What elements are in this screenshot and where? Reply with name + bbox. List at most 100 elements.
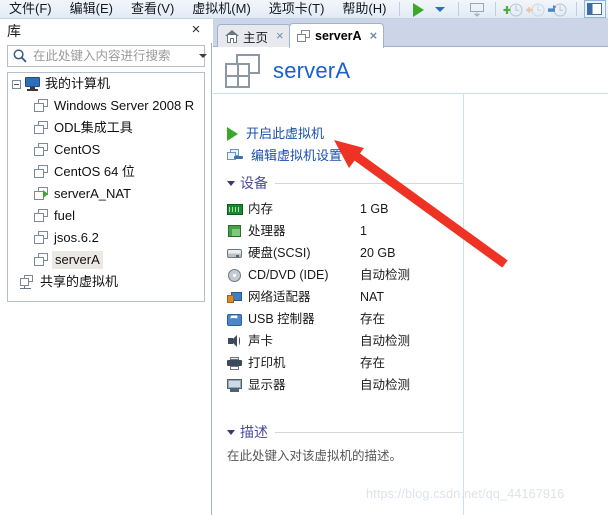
device-name: 声卡: [248, 334, 274, 348]
tree-item-label: fuel: [54, 208, 75, 223]
tree-item-vm[interactable]: fuel: [8, 205, 204, 227]
device-value: 存在: [360, 356, 386, 370]
snapshot-manager-button[interactable]: [547, 1, 569, 18]
tree-item-label: 我的计算机: [45, 76, 111, 91]
power-dropdown-button[interactable]: [429, 1, 451, 18]
collapse-triangle-icon[interactable]: [227, 180, 235, 186]
menu-edit[interactable]: 编辑(E): [61, 1, 122, 18]
vertical-divider: [463, 94, 464, 515]
device-row-harddisk[interactable]: 硬盘(SCSI) 20 GB: [227, 242, 463, 264]
play-icon: [227, 127, 238, 141]
tree-item-vm[interactable]: ODL集成工具: [8, 117, 204, 139]
edit-vm-settings-link[interactable]: 编辑虚拟机设置: [227, 145, 463, 167]
display-icon: [227, 378, 243, 392]
page-title: serverA: [273, 57, 351, 83]
device-value: 自动检测: [360, 268, 411, 282]
tree-item-vm[interactable]: Windows Server 2008 R: [8, 95, 204, 117]
device-name: 硬盘(SCSI): [248, 246, 311, 260]
menu-file[interactable]: 文件(F): [0, 1, 61, 18]
tab-home[interactable]: 主页 ×: [217, 24, 291, 47]
header-divider: [213, 93, 608, 94]
device-value: 自动检测: [360, 378, 411, 392]
library-search-box[interactable]: [7, 45, 207, 67]
revert-snapshot-icon: [525, 3, 545, 16]
printer-icon: [227, 356, 243, 370]
vm-icon: [34, 253, 49, 267]
chevron-down-icon: [199, 54, 207, 58]
search-dropdown-button[interactable]: [194, 46, 212, 66]
menu-help[interactable]: 帮助(H): [333, 1, 395, 18]
devices-section-header[interactable]: 设备: [227, 174, 463, 192]
cd-dvd-icon: [227, 268, 243, 282]
tab-serverA[interactable]: serverA ×: [289, 23, 385, 48]
power-on-button[interactable]: [407, 1, 429, 18]
tree-item-label: 共享的虚拟机: [40, 274, 119, 289]
device-row-usb-controller[interactable]: USB 控制器 存在: [227, 308, 463, 330]
vm-icon: [297, 29, 311, 43]
power-on-vm-link[interactable]: 开启此虚拟机: [227, 123, 463, 145]
memory-icon: [227, 202, 243, 216]
menu-bar: 文件(F) 编辑(E) 查看(V) 虚拟机(M) 选项卡(T) 帮助(H): [0, 0, 608, 19]
tree-item-label: serverA: [52, 251, 103, 269]
menu-vm[interactable]: 虚拟机(M): [183, 1, 260, 18]
tab-strip: 主页 × serverA ×: [213, 19, 608, 48]
library-title: 库: [7, 23, 21, 39]
description-section-header[interactable]: 描述: [227, 423, 463, 441]
show-library-panel-icon: [587, 2, 602, 15]
device-row-display[interactable]: 显示器 自动检测: [227, 374, 463, 396]
menu-tabs[interactable]: 选项卡(T): [260, 1, 334, 18]
snapshot-manager-icon: [548, 3, 567, 16]
close-library-icon[interactable]: ×: [189, 22, 203, 37]
device-row-sound-card[interactable]: 声卡 自动检测: [227, 330, 463, 352]
vm-icon: [34, 209, 49, 223]
tree-item-vm-running[interactable]: serverA_NAT: [8, 183, 204, 205]
tree-item-vm[interactable]: CentOS: [8, 139, 204, 161]
home-icon: [225, 29, 239, 43]
tree-item-label: ODL集成工具: [54, 120, 133, 135]
toolbar-separator: [399, 2, 400, 16]
device-row-cd-dvd[interactable]: CD/DVD (IDE) 自动检测: [227, 264, 463, 286]
section-title: 描述: [240, 424, 268, 440]
section-divider: [275, 431, 463, 433]
vmware-workstation-window: 文件(F) 编辑(E) 查看(V) 虚拟机(M) 选项卡(T) 帮助(H) 库 …: [0, 0, 608, 515]
revert-snapshot-button[interactable]: [525, 1, 547, 18]
device-name: 打印机: [248, 356, 286, 370]
search-input[interactable]: [28, 49, 194, 63]
device-name: 内存: [248, 202, 274, 216]
search-icon: [12, 48, 28, 64]
tree-item-my-computer[interactable]: 我的计算机: [8, 73, 204, 95]
collapse-triangle-icon[interactable]: [227, 429, 235, 435]
tree-item-vm-selected[interactable]: serverA: [8, 249, 204, 271]
tree-item-vm[interactable]: CentOS 64 位: [8, 161, 204, 183]
take-snapshot-button[interactable]: [503, 1, 525, 18]
tree-item-vm[interactable]: jsos.6.2: [8, 227, 204, 249]
monitor-icon: [25, 77, 40, 91]
vm-icon: [34, 231, 49, 245]
sound-card-icon: [227, 334, 243, 348]
close-tab-icon[interactable]: ×: [370, 29, 378, 42]
play-icon: [412, 2, 424, 17]
library-panel: 库 × 我的计算机: [0, 19, 212, 515]
vm-actions: 开启此虚拟机 编辑虚拟机设置: [227, 123, 463, 167]
toolbar-separator: [576, 2, 577, 16]
menu-view[interactable]: 查看(V): [122, 1, 183, 18]
cpu-icon: [227, 224, 243, 238]
device-row-network-adapter[interactable]: 网络适配器 NAT: [227, 286, 463, 308]
snapshot-icon: [470, 2, 484, 17]
close-tab-icon[interactable]: ×: [276, 29, 284, 42]
device-value: 存在: [360, 312, 386, 326]
tree-item-shared-vms[interactable]: 共享的虚拟机: [8, 271, 204, 293]
device-row-processor[interactable]: 处理器 1: [227, 220, 463, 242]
device-name: 网络适配器: [248, 290, 311, 304]
section-divider: [275, 182, 463, 184]
show-library-panel-button[interactable]: [584, 0, 606, 18]
description-placeholder[interactable]: 在此处键入对该虚拟机的描述。: [227, 448, 463, 465]
vm-icon: [34, 143, 49, 157]
snapshot-button[interactable]: [466, 1, 488, 18]
vm-library-tree[interactable]: 我的计算机 Windows Server 2008 R ODL集成工具 Cent…: [7, 72, 205, 302]
device-row-printer[interactable]: 打印机 存在: [227, 352, 463, 374]
collapse-toggle-icon[interactable]: [12, 79, 21, 89]
device-row-memory[interactable]: 内存 1 GB: [227, 198, 463, 220]
device-name: CD/DVD (IDE): [248, 268, 329, 282]
description-section: 描述 在此处键入对该虚拟机的描述。: [227, 423, 463, 465]
